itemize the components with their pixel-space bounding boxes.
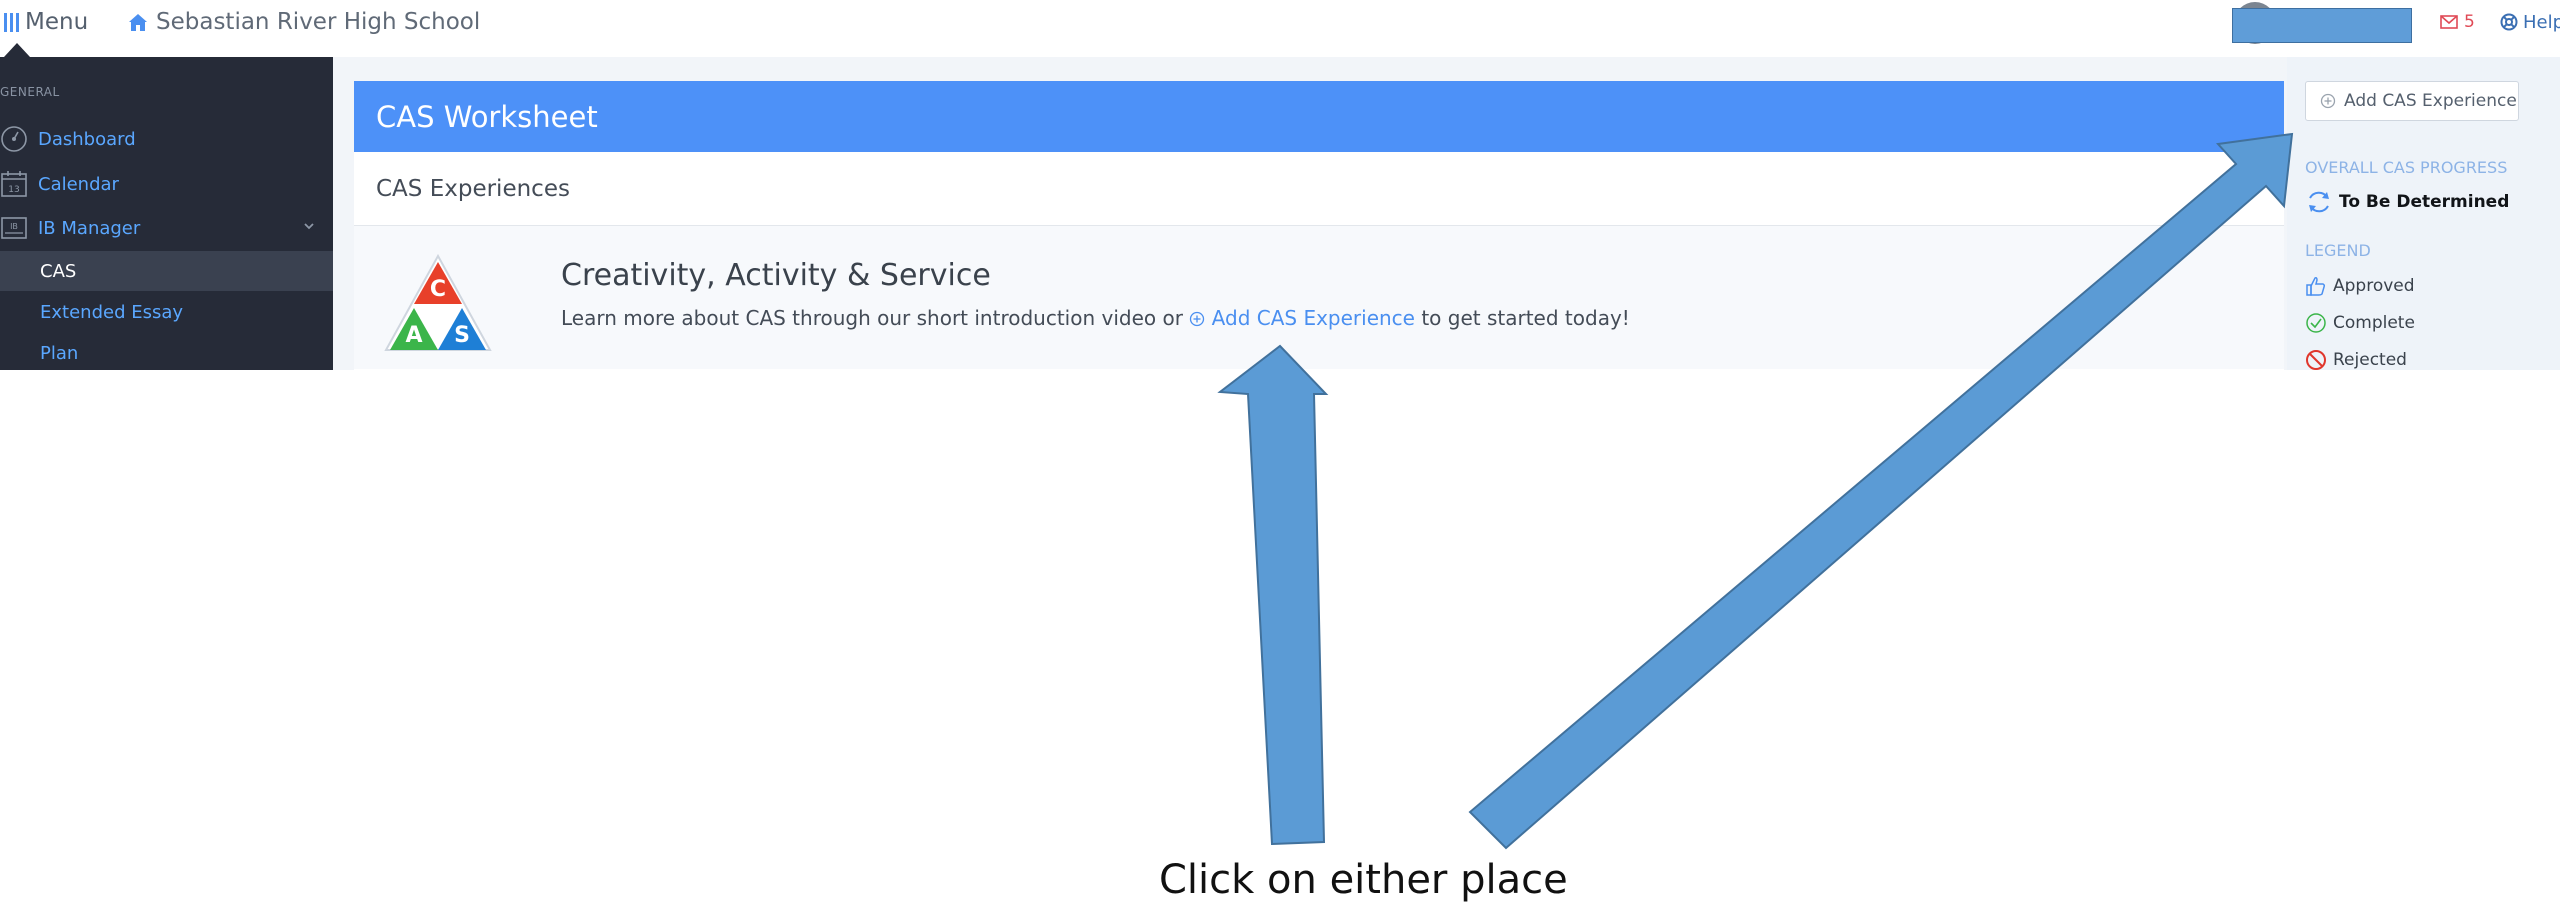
arrow-up-to-link — [1217, 344, 1329, 846]
arrow-to-add-button — [1468, 132, 2294, 850]
annotation-overlay — [1217, 132, 2294, 850]
annotation-caption: Click on either place — [1159, 857, 1568, 903]
